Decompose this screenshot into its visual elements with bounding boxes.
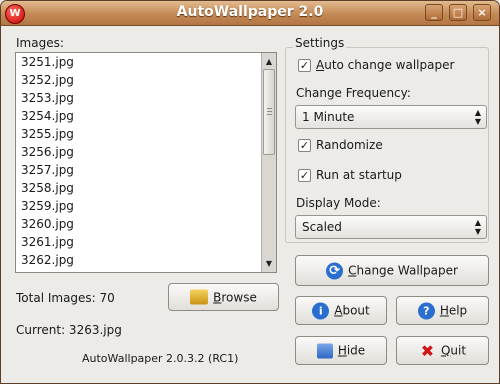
startup-checkbox[interactable]: ✓ [298,169,311,182]
total-images-label: Total Images: 70 [16,291,115,305]
randomize-label[interactable]: Randomize [316,138,383,152]
images-label: Images: [16,36,64,50]
auto-change-mnemonic: A [316,58,325,72]
list-item[interactable]: 3256.jpg [16,143,260,161]
scroll-thumb[interactable] [263,69,275,155]
window-hide-icon [316,343,333,358]
help-button[interactable]: ? Help [396,296,489,325]
refresh-icon: ⟳ [326,262,344,279]
help-mnemonic: H [439,303,449,318]
chevron-updown-icon: ▲ ▼ [474,108,481,126]
frequency-select[interactable]: 1 Minute ▲ ▼ [295,105,487,129]
folder-icon [190,289,209,305]
scroll-down-icon[interactable]: ▼ [263,257,275,270]
auto-change-text: uto change wallpaper [324,58,455,72]
display-mode-select[interactable]: Scaled ▲ ▼ [295,215,487,239]
chevron-updown-icon: ▲ ▼ [474,218,481,236]
help-icon: ? [417,302,435,319]
browse-button[interactable]: Browse [168,283,279,311]
hide-button[interactable]: Hide [295,336,387,365]
list-item[interactable]: 3251.jpg [16,53,260,71]
startup-label[interactable]: Run at startup [316,168,402,182]
hide-label: ide [346,343,366,358]
images-scrollbar[interactable]: ▲ ▼ [261,53,276,272]
list-item[interactable]: 3260.jpg [16,215,260,233]
settings-title: Settings [293,36,347,50]
thumb-grip [267,114,272,115]
frequency-label: Change Frequency: [296,86,411,100]
randomize-checkbox[interactable]: ✓ [298,139,311,152]
thumb-grip [267,108,272,109]
change-label: hange Wallpaper [356,263,458,278]
close-button[interactable]: × [473,4,491,21]
images-list-items: 3251.jpg 3252.jpg 3253.jpg 3254.jpg 3255.jpg… [16,53,260,269]
auto-change-checkbox[interactable]: ✓ [298,59,311,72]
frequency-value: 1 Minute [302,110,355,124]
help-label: elp [448,303,468,318]
quit-label: uit [450,343,467,358]
list-item[interactable]: 3258.jpg [16,179,260,197]
about-button[interactable]: i About [295,296,387,325]
about-label: bout [342,303,370,318]
maximize-button[interactable]: □ [449,4,467,21]
auto-change-label[interactable]: Auto change wallpaper [316,58,454,72]
browse-label: rowse [221,290,257,304]
quit-button[interactable]: ✖ Quit [396,336,489,365]
list-item[interactable]: 3261.jpg [16,233,260,251]
current-image-label: Current: 3263.jpg [16,323,122,337]
list-item[interactable]: 3252.jpg [16,71,260,89]
minimize-button[interactable]: _ [425,4,443,21]
display-mode-label: Display Mode: [296,196,381,210]
thumb-grip [267,111,272,112]
display-mode-value: Scaled [302,220,342,234]
list-item[interactable]: 3257.jpg [16,161,260,179]
close-x-icon: ✖ [420,341,435,360]
version-label: AutoWallpaper 2.0.3.2 (RC1) [82,352,239,365]
list-item[interactable]: 3253.jpg [16,89,260,107]
app-window: W AutoWallpaper 2.0 _ □ × Images: 3251.j… [0,0,500,384]
list-item[interactable]: 3254.jpg [16,107,260,125]
images-list[interactable]: 3251.jpg 3252.jpg 3253.jpg 3254.jpg 3255.jpg… [15,52,277,273]
quit-mnemonic: Q [440,343,451,358]
list-item[interactable]: 3259.jpg [16,197,260,215]
list-item[interactable]: 3262.jpg [16,251,260,269]
list-item[interactable]: 3255.jpg [16,125,260,143]
hide-mnemonic: H [337,343,347,358]
title-bar[interactable]: W AutoWallpaper 2.0 _ □ × [1,1,499,26]
change-wallpaper-button[interactable]: ⟳ Change Wallpaper [295,255,489,286]
info-icon: i [312,302,330,319]
scroll-up-icon[interactable]: ▲ [263,55,275,68]
